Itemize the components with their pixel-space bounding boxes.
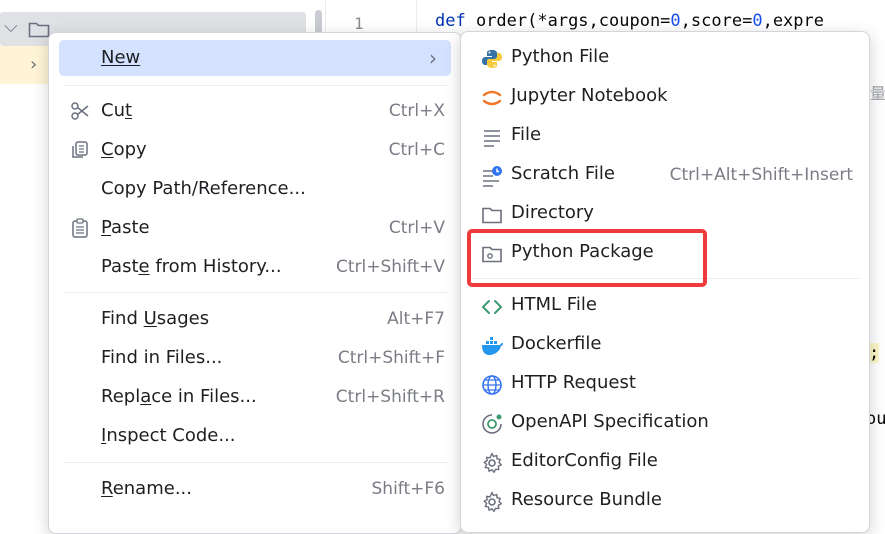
chevron-right-icon: › <box>429 46 437 70</box>
menu-item-replace-in-files[interactable]: Replace in Files... Ctrl+Shift+R <box>59 379 451 415</box>
submenu-item-scratch-file[interactable]: Scratch File Ctrl+Alt+Shift+Insert <box>471 157 859 193</box>
code-line[interactable]: def order(*args,coupon=0,score=0,expre <box>435 11 824 31</box>
menu-separator <box>63 292 447 293</box>
submenu-item-file[interactable]: File <box>471 118 859 154</box>
submenu-item-label: Directory <box>511 202 594 223</box>
shortcut-label: Ctrl+Shift+F <box>337 348 445 368</box>
menu-item-cut[interactable]: Cut Ctrl+X <box>59 93 451 129</box>
chevron-down-icon[interactable]: ⌵ <box>4 16 18 37</box>
shortcut-label: Ctrl+C <box>388 140 445 160</box>
submenu-item-http-request[interactable]: HTTP Request <box>471 366 859 402</box>
menu-separator <box>63 85 447 86</box>
menu-item-new[interactable]: New › <box>59 40 451 76</box>
gear-icon <box>483 452 502 473</box>
code-text: ,expre <box>762 11 824 31</box>
submenu-item-label: HTTP Request <box>511 372 636 393</box>
submenu-item-label: Jupyter Notebook <box>511 85 668 106</box>
menu-item-inspect-code[interactable]: Inspect Code... <box>59 418 451 454</box>
submenu-item-label: Resource Bundle <box>511 489 662 510</box>
submenu-item-openapi-specification[interactable]: OpenAPI Specification <box>471 405 859 441</box>
shortcut-label: Ctrl+Alt+Shift+Insert <box>669 165 853 185</box>
globe-icon <box>482 375 502 395</box>
menu-item-copy[interactable]: Copy Ctrl+C <box>59 132 451 168</box>
submenu-item-dockerfile[interactable]: Dockerfile <box>471 327 859 363</box>
menu-item-label: Paste <box>101 217 150 238</box>
file-icon <box>484 130 500 147</box>
gear-icon <box>483 491 502 512</box>
menu-item-label: Inspect Code... <box>101 425 236 446</box>
code-number: 0 <box>670 11 681 31</box>
shortcut-label: Shift+F6 <box>371 479 445 499</box>
code-text: order(*args,coupon= <box>465 11 671 31</box>
shortcut-label: Ctrl+Shift+V <box>335 257 445 277</box>
submenu-item-label: HTML File <box>511 294 597 315</box>
shortcut-label: Alt+F7 <box>387 309 445 329</box>
submenu-item-resource-bundle[interactable]: Resource Bundle <box>471 483 859 519</box>
submenu-item-html-file[interactable]: HTML File <box>471 288 859 324</box>
scratch-file-icon <box>483 166 502 187</box>
chevron-right-icon[interactable]: › <box>30 54 37 75</box>
copy-icon <box>72 141 88 158</box>
menu-item-find-in-files[interactable]: Find in Files... Ctrl+Shift+F <box>59 340 451 376</box>
scissors-icon <box>71 102 89 120</box>
line-number: 1 <box>354 14 364 33</box>
folder-icon <box>28 22 50 38</box>
menu-item-label: Rename... <box>101 478 192 499</box>
code-keyword: def <box>435 11 466 31</box>
submenu-item-label: Scratch File <box>511 163 615 184</box>
openapi-icon <box>482 414 502 434</box>
folder-icon <box>482 207 502 224</box>
menu-separator <box>471 278 859 279</box>
shortcut-label: Ctrl+Shift+R <box>335 387 445 407</box>
submenu-item-jupyter-notebook[interactable]: Jupyter Notebook <box>471 79 859 115</box>
jupyter-icon <box>482 90 502 106</box>
inlay-hint-fragment: 量 <box>870 84 885 103</box>
menu-item-label: Cut <box>101 100 133 121</box>
submenu-item-label: Dockerfile <box>511 333 602 354</box>
menu-item-rename[interactable]: Rename... Shift+F6 <box>59 471 451 507</box>
docker-icon <box>482 337 503 355</box>
submenu-item-label: Python Package <box>511 241 654 262</box>
shortcut-label: Ctrl+V <box>388 218 445 238</box>
new-submenu: Python File Jupyter Notebook File Scratc… <box>460 31 870 533</box>
paste-icon <box>72 218 88 238</box>
menu-item-label: New <box>101 47 141 68</box>
submenu-item-directory[interactable]: Directory <box>471 196 859 232</box>
python-icon <box>482 50 502 68</box>
menu-item-label: Copy Path/Reference... <box>101 178 306 199</box>
project-context-menu: New › Cut Ctrl+X Copy Ctrl+C Copy Path/R… <box>48 32 462 534</box>
menu-item-find-usages[interactable]: Find Usages Alt+F7 <box>59 301 451 337</box>
menu-item-label: Copy <box>101 139 147 160</box>
menu-item-paste[interactable]: Paste Ctrl+V <box>59 210 451 246</box>
menu-item-label: Find Usages <box>101 308 210 329</box>
menu-item-label: Paste from History... <box>101 256 282 277</box>
code-text: ,score= <box>680 11 753 31</box>
code-number: 0 <box>752 11 763 31</box>
submenu-item-python-package[interactable]: Python Package <box>471 235 859 271</box>
menu-separator <box>63 462 447 463</box>
code-fragment: ; <box>869 343 880 363</box>
submenu-item-label: EditorConfig File <box>511 450 658 471</box>
submenu-item-label: Python File <box>511 46 610 67</box>
submenu-item-editorconfig-file[interactable]: EditorConfig File <box>471 444 859 480</box>
html-icon <box>482 300 502 314</box>
submenu-item-label: OpenAPI Specification <box>511 411 709 432</box>
submenu-item-python-file[interactable]: Python File <box>471 40 859 76</box>
shortcut-label: Ctrl+X <box>388 101 445 121</box>
menu-item-label: Find in Files... <box>101 347 223 368</box>
menu-item-paste-from-history[interactable]: Paste from History... Ctrl+Shift+V <box>59 249 451 285</box>
submenu-item-label: File <box>511 124 542 145</box>
menu-item-label: Replace in Files... <box>101 386 257 407</box>
menu-item-copy-path[interactable]: Copy Path/Reference... <box>59 171 451 207</box>
python-package-icon <box>482 246 502 263</box>
